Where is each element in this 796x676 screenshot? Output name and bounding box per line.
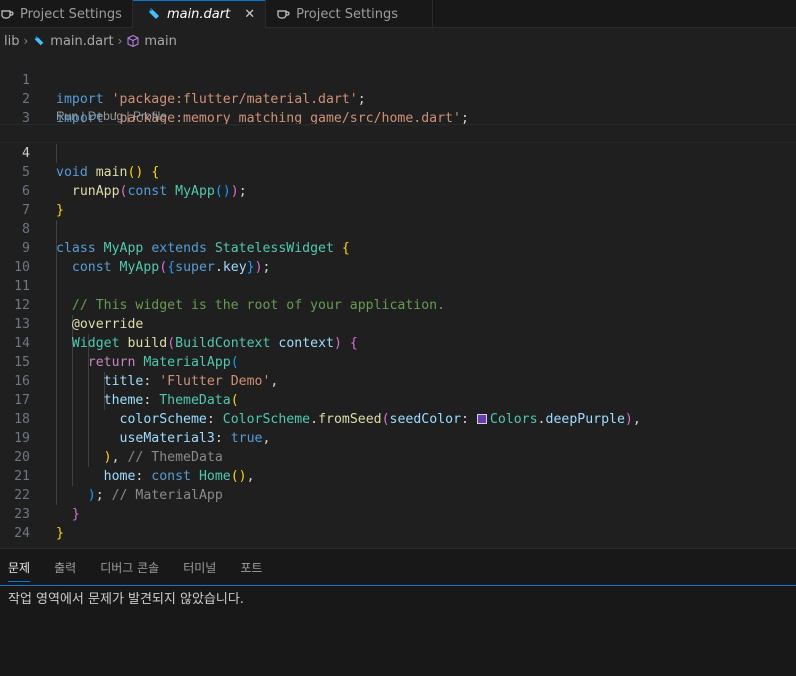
code-line: 9 const MyApp({super.key}); xyxy=(0,220,796,275)
code-editor[interactable]: 1 import 'package:flutter/material.dart'… xyxy=(0,52,796,548)
panel-tabs: 문제 출력 디버그 콘솔 터미널 포트 xyxy=(0,549,796,585)
code-line: 22 } xyxy=(0,467,796,522)
bottom-panel: 문제 출력 디버그 콘솔 터미널 포트 작업 영역에서 문제가 발견되지 않았습… xyxy=(0,548,796,676)
code-line: 14 return MaterialApp( xyxy=(0,315,796,370)
line-number: 24 xyxy=(14,526,30,541)
code-line: 11 // This widget is the root of your ap… xyxy=(0,258,796,313)
dart-icon xyxy=(32,34,46,48)
tab-terminal[interactable]: 터미널 xyxy=(183,553,216,582)
code-line: 21 ); // MaterialApp xyxy=(0,448,796,503)
code-line: 15 title: 'Flutter Demo', xyxy=(0,334,796,389)
code-line: 6 } xyxy=(0,163,796,218)
code-line: 18 useMaterial3: true, xyxy=(0,391,796,446)
code-line: 23 } xyxy=(0,486,796,541)
dart-icon xyxy=(147,7,161,21)
chevron-right-icon: › xyxy=(23,34,29,48)
breadcrumb-folder[interactable]: lib xyxy=(4,34,19,49)
code-line: 20 home: const Home(), xyxy=(0,429,796,484)
tab-project-settings-2[interactable]: Project Settings xyxy=(266,0,434,28)
code-line-current: 4 void main() { xyxy=(0,124,796,180)
tab-project-settings-1[interactable]: Project Settings xyxy=(0,0,133,28)
breadcrumb-symbol[interactable]: main xyxy=(144,34,176,49)
panel-divider xyxy=(0,585,796,586)
tab-label: Project Settings xyxy=(296,6,399,22)
breadcrumb: lib › main.dart › main xyxy=(0,31,177,51)
code-line: 1 import 'package:flutter/material.dart'… xyxy=(0,52,796,107)
code-line: 16 theme: ThemeData( xyxy=(0,353,796,408)
code-line: 8 class MyApp extends StatelessWidget { xyxy=(0,201,796,256)
editor-tab-bar: Project Settings main.dart ✕ Project Set… xyxy=(0,0,796,28)
code-line: 3 xyxy=(0,90,796,126)
code-line: 12 @override xyxy=(0,277,796,332)
code-line: 19 ), // ThemeData xyxy=(0,410,796,465)
codelens-run-debug-profile[interactable]: Run | Debug | Profile xyxy=(56,109,167,123)
cup-icon xyxy=(0,7,14,21)
tab-label: Project Settings xyxy=(20,6,122,22)
tab-ports[interactable]: 포트 xyxy=(240,553,262,582)
tab-label: main.dart xyxy=(166,6,231,22)
code-line: 7 xyxy=(0,182,796,218)
tab-output[interactable]: 출력 xyxy=(54,553,76,582)
close-icon[interactable]: ✕ xyxy=(244,7,255,22)
code-line: 10 xyxy=(0,239,796,275)
code-line: 17 colorScheme: ColorScheme.fromSeed(see… xyxy=(0,372,796,427)
tab-problems[interactable]: 문제 xyxy=(8,553,31,582)
code-line: 13 Widget build(BuildContext context) { xyxy=(0,296,796,351)
problems-message: 작업 영역에서 문제가 발견되지 않았습니다. xyxy=(8,592,244,607)
code-line: 5 runApp(const MyApp()); xyxy=(0,144,796,199)
code-line: 24 xyxy=(0,505,796,541)
breadcrumb-file[interactable]: main.dart xyxy=(50,34,113,49)
tab-debug-console[interactable]: 디버그 콘솔 xyxy=(100,553,159,582)
method-cube-icon xyxy=(126,34,140,48)
code-line: 2 import 'package:memory_matching_game/s… xyxy=(0,71,796,126)
chevron-right-icon: › xyxy=(117,34,123,48)
tab-main-dart[interactable]: main.dart ✕ xyxy=(132,0,267,28)
cup-icon xyxy=(276,7,290,21)
